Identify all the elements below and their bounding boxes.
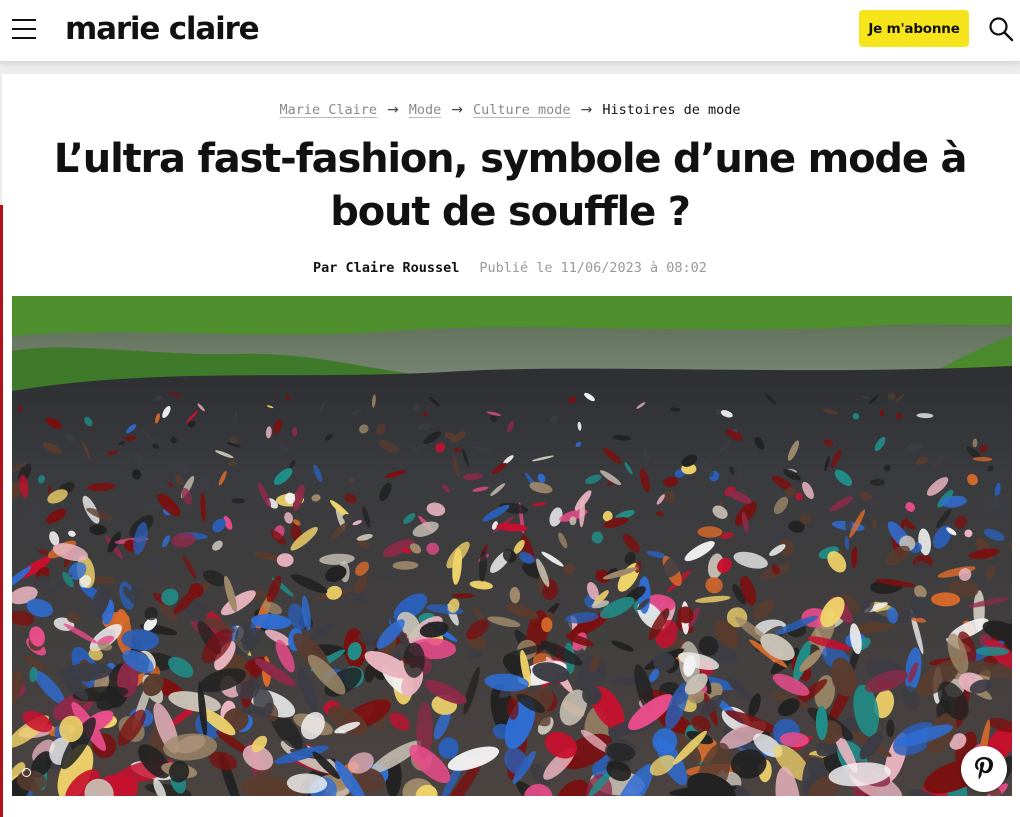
search-icon[interactable] (988, 16, 1014, 42)
pinterest-icon (975, 757, 993, 780)
breadcrumb-current: Histoires de mode (602, 102, 741, 118)
site-logo[interactable]: marie claire (65, 9, 260, 49)
pinterest-share-button[interactable] (961, 746, 1007, 792)
textile-scrap (871, 519, 878, 529)
breadcrumb-link-mode[interactable]: Mode (409, 102, 442, 118)
arrow-right-icon: → (451, 102, 464, 118)
textile-scrap (231, 498, 245, 504)
breadcrumb-link-marie-claire[interactable]: Marie Claire (280, 102, 378, 118)
textile-scrap (886, 719, 895, 738)
photo-indicator-dot (22, 768, 31, 777)
arrow-right-icon: → (387, 102, 399, 118)
left-edge-strip (0, 205, 3, 817)
arrow-right-icon: → (580, 102, 593, 118)
photo-textile-waste (12, 296, 1012, 796)
site-header: marie claire Je m'abonne (0, 0, 1020, 61)
hero-image (12, 296, 1012, 796)
article-byline: Par Claire Roussel Publié le 11/06/2023 à… (0, 258, 1020, 278)
article-title: L’ultra fast-fashion, symbole d’une mode… (53, 136, 968, 235)
article-author[interactable]: Par Claire Roussel (313, 260, 459, 276)
breadcrumb-link-culture-mode[interactable]: Culture mode (473, 102, 571, 118)
hamburger-menu-icon[interactable] (10, 16, 38, 42)
article-date: Publié le 11/06/2023 à 08:02 (479, 260, 707, 276)
subscribe-button[interactable]: Je m'abonne (859, 10, 969, 47)
textile-scrap (240, 706, 268, 715)
breadcrumb: Marie Claire → Mode → Culture mode → Histoires… (0, 100, 1020, 120)
